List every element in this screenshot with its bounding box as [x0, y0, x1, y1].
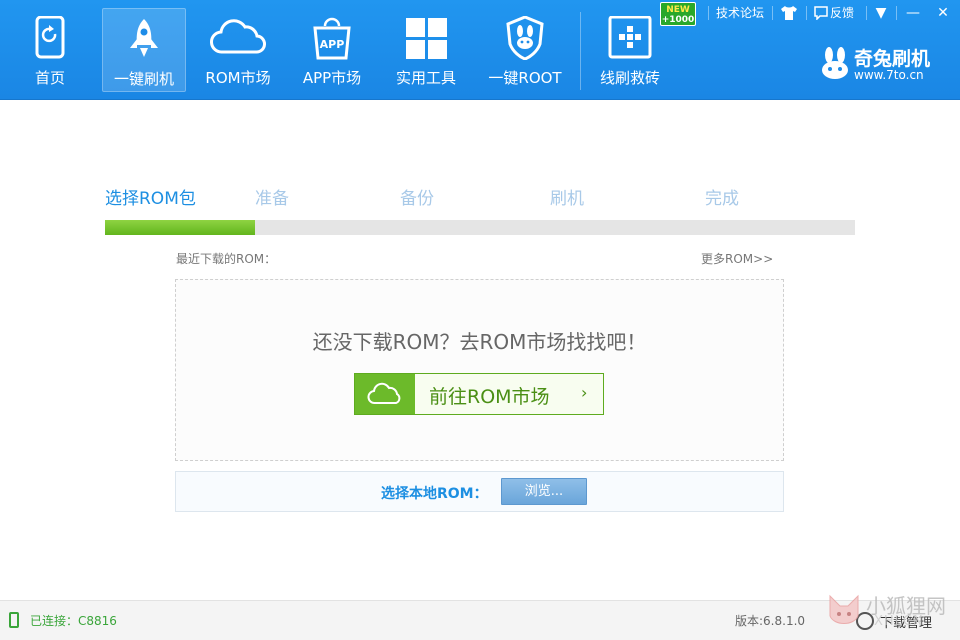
rabbit-shield-icon — [506, 16, 544, 60]
minimize-icon: — — [906, 5, 920, 21]
chevron-down-icon: ▼ — [875, 5, 887, 21]
connection-status: 已连接：C8816 — [30, 614, 117, 628]
cloud-icon-box — [355, 374, 415, 414]
brand-name: 奇兔刷机 — [854, 48, 931, 70]
phone-icon — [9, 612, 19, 628]
cloud-icon — [210, 19, 266, 54]
new-badge: NEW +1000 — [660, 2, 696, 26]
local-rom-bar: 选择本地ROM： 浏览... — [175, 471, 784, 512]
nav-item-rom-market[interactable]: ROM市场 — [196, 8, 280, 92]
nav-label: 一键刷机 — [113, 70, 174, 88]
divider — [896, 6, 897, 20]
fox-logo-icon — [829, 594, 859, 624]
step-done: 完成 — [705, 189, 739, 209]
badge-count-text: +1000 — [661, 15, 695, 25]
close-button[interactable]: ✕ — [930, 0, 956, 26]
svg-text:APP: APP — [320, 38, 345, 51]
nav-item-home[interactable]: 首页 — [12, 8, 88, 92]
menu-dropdown-button[interactable]: ▼ — [868, 0, 894, 26]
cloud-icon — [367, 382, 401, 404]
nav-divider — [580, 12, 581, 90]
brand: 奇兔刷机 www.7to.cn — [818, 44, 948, 88]
phone-refresh-icon — [35, 16, 65, 59]
forum-link[interactable]: 技术论坛 — [716, 4, 764, 21]
feedback-link[interactable]: 反馈 — [830, 4, 854, 21]
chevron-right-icon: › — [581, 383, 588, 402]
rabbit-logo-icon — [822, 47, 848, 79]
close-icon: ✕ — [937, 5, 949, 21]
progress-fill — [105, 220, 255, 235]
watermark: 小狐狸网 XHLCN — [820, 586, 960, 640]
feedback-icon — [814, 6, 828, 20]
go-button-label: 前往ROM市场 — [429, 386, 550, 408]
nav-label: 线刷救砖 — [599, 69, 660, 87]
browse-button[interactable]: 浏览... — [501, 478, 587, 505]
more-rom-link[interactable]: 更多ROM>> — [701, 250, 773, 267]
status-bar: 已连接：C8816 版本:6.8.1.0 下载管理 — [0, 600, 960, 640]
version-label: 版本:6.8.1.0 — [735, 614, 806, 628]
divider — [866, 6, 867, 20]
step-prepare: 准备 — [255, 189, 289, 209]
nav-label: APP市场 — [302, 69, 362, 87]
recent-rom-list: 还没下载ROM？去ROM市场找找吧！ 前往ROM市场 › — [175, 279, 784, 461]
divider — [806, 6, 807, 20]
window-controls: 技术论坛 反馈 ▼ — ✕ — [700, 0, 960, 26]
plus-box-icon — [608, 16, 652, 59]
nav-item-root[interactable]: 一键ROOT — [482, 8, 568, 92]
divider — [772, 6, 773, 20]
empty-message: 还没下载ROM？去ROM市场找找吧！ — [312, 330, 647, 354]
nav-item-line-flash[interactable]: 线刷救砖 — [590, 8, 670, 92]
divider — [708, 6, 709, 20]
nav-label: 首页 — [34, 69, 65, 87]
minimize-button[interactable]: — — [900, 0, 926, 26]
recent-rom-label: 最近下载的ROM： — [176, 252, 277, 266]
badge-new-text: NEW — [666, 5, 690, 15]
go-rom-market-button[interactable]: 前往ROM市场 › — [354, 373, 604, 415]
nav-item-one-click-flash[interactable]: 一键刷机 — [102, 8, 186, 92]
rocket-icon — [130, 19, 158, 57]
nav-label: ROM市场 — [205, 69, 271, 87]
watermark-subtext: XHLCN — [874, 614, 924, 629]
brand-url: www.7to.cn — [854, 68, 924, 82]
grid-icon — [406, 18, 447, 59]
nav-item-app-market[interactable]: APP APP市场 — [292, 8, 372, 92]
step-select-rom: 选择ROM包 — [105, 189, 196, 209]
step-backup: 备份 — [400, 189, 434, 209]
nav-label: 一键ROOT — [488, 69, 562, 87]
nav-item-tools[interactable]: 实用工具 — [386, 8, 466, 92]
step-flash: 刷机 — [550, 189, 584, 209]
progress-bar — [105, 220, 855, 235]
tshirt-icon[interactable] — [780, 5, 798, 21]
local-rom-label: 选择本地ROM： — [381, 486, 488, 502]
app-bag-icon: APP — [313, 17, 351, 60]
top-bar: 首页 一键刷机 ROM市场 APP APP市场 实用工具 一键ROOT 线刷救砖… — [0, 0, 960, 100]
nav-label: 实用工具 — [395, 69, 456, 87]
